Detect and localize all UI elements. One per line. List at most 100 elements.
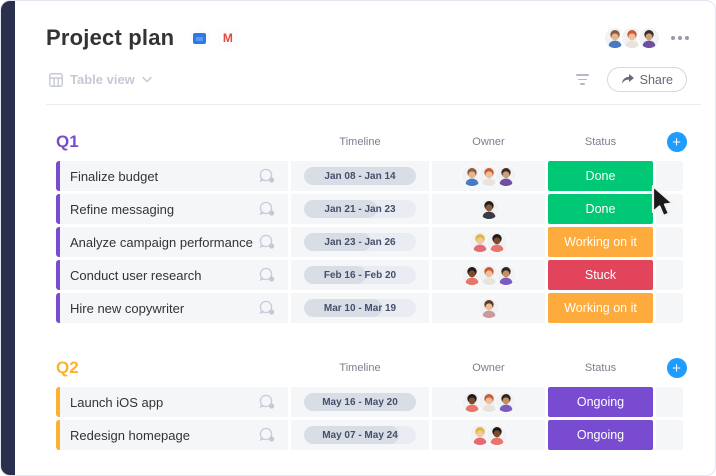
group-title[interactable]: Q1 bbox=[56, 132, 288, 152]
task-name-cell[interactable]: Finalize budget bbox=[60, 161, 288, 191]
integration-badges: M bbox=[188, 25, 239, 51]
timeline-cell[interactable]: Mar 10 - Mar 19 bbox=[291, 293, 429, 323]
person-avatar bbox=[486, 424, 508, 446]
column-header-owner[interactable]: Owner bbox=[432, 136, 545, 148]
group-q1: Q1 Timeline Owner Status + Finalize budg… bbox=[56, 129, 687, 323]
add-column-button[interactable]: + bbox=[666, 132, 687, 152]
status-cell[interactable]: Done bbox=[548, 161, 653, 191]
header-divider bbox=[46, 104, 701, 105]
person-avatar bbox=[477, 198, 500, 220]
group-q2: Q2 Timeline Owner Status + Launch iOS ap… bbox=[56, 355, 687, 450]
task-name[interactable]: Conduct user research bbox=[70, 268, 258, 283]
owner-cell[interactable] bbox=[432, 227, 545, 257]
status-cell[interactable]: Ongoing bbox=[548, 387, 653, 417]
page-title: Project plan bbox=[46, 25, 175, 50]
board-integration-icon[interactable] bbox=[189, 25, 211, 51]
timeline-pill[interactable]: Jan 23 - Jan 26 bbox=[304, 233, 416, 251]
conversation-icon[interactable] bbox=[258, 234, 276, 250]
table-row: Analyze campaign performance Jan 23 - Ja… bbox=[56, 227, 683, 257]
task-name[interactable]: Hire new copywriter bbox=[70, 301, 258, 316]
person-avatar bbox=[637, 26, 661, 50]
task-name-cell[interactable]: Launch iOS app bbox=[60, 387, 288, 417]
status-cell[interactable]: Stuck bbox=[548, 260, 653, 290]
group-title[interactable]: Q2 bbox=[56, 358, 288, 378]
share-label: Share bbox=[639, 72, 673, 87]
owner-cell[interactable] bbox=[432, 194, 545, 224]
person-avatar bbox=[494, 391, 517, 413]
timeline-pill[interactable]: Jan 08 - Jan 14 bbox=[304, 167, 416, 185]
column-header-timeline[interactable]: Timeline bbox=[291, 136, 429, 148]
task-name-cell[interactable]: Analyze campaign performance bbox=[60, 227, 288, 257]
owner-cell[interactable] bbox=[432, 387, 545, 417]
row-end-stub bbox=[656, 194, 683, 224]
timeline-pill[interactable]: May 07 - May 24 bbox=[304, 426, 416, 444]
column-header-timeline[interactable]: Timeline bbox=[291, 362, 429, 374]
task-name-cell[interactable]: Hire new copywriter bbox=[60, 293, 288, 323]
task-name[interactable]: Finalize budget bbox=[70, 169, 258, 184]
timeline-dates: Jan 21 - Jan 23 bbox=[324, 203, 396, 215]
conversation-icon[interactable] bbox=[258, 427, 276, 443]
team-avatar-group[interactable] bbox=[603, 26, 661, 50]
share-arrow-icon bbox=[621, 74, 634, 84]
group-q1-header: Q1 Timeline Owner Status + bbox=[56, 129, 687, 155]
filter-icon[interactable] bbox=[575, 74, 589, 85]
share-button[interactable]: Share bbox=[606, 67, 687, 92]
column-header-status[interactable]: Status bbox=[548, 362, 653, 374]
timeline-pill[interactable]: Feb 16 - Feb 20 bbox=[304, 266, 416, 284]
owner-cell[interactable] bbox=[432, 260, 545, 290]
task-name[interactable]: Launch iOS app bbox=[70, 395, 258, 410]
timeline-cell[interactable]: Jan 08 - Jan 14 bbox=[291, 161, 429, 191]
task-name[interactable]: Redesign homepage bbox=[70, 428, 258, 443]
task-name-cell[interactable]: Redesign homepage bbox=[60, 420, 288, 450]
task-name-cell[interactable]: Conduct user research bbox=[60, 260, 288, 290]
status-cell[interactable]: Done bbox=[548, 194, 653, 224]
status-cell[interactable]: Ongoing bbox=[548, 420, 653, 450]
person-avatar bbox=[494, 165, 517, 187]
conversation-icon[interactable] bbox=[258, 267, 276, 283]
add-column-button[interactable]: + bbox=[666, 358, 687, 378]
timeline-cell[interactable]: Jan 23 - Jan 26 bbox=[291, 227, 429, 257]
timeline-cell[interactable]: Jan 21 - Jan 23 bbox=[291, 194, 429, 224]
task-name[interactable]: Analyze campaign performance bbox=[70, 235, 258, 250]
owner-cell[interactable] bbox=[432, 161, 545, 191]
more-options-icon[interactable] bbox=[671, 36, 689, 40]
timeline-dates: Jan 23 - Jan 26 bbox=[324, 236, 396, 248]
status-cell[interactable]: Working on it bbox=[548, 293, 653, 323]
conversation-icon[interactable] bbox=[258, 201, 276, 217]
timeline-cell[interactable]: May 16 - May 20 bbox=[291, 387, 429, 417]
row-end-stub bbox=[656, 161, 683, 191]
owner-cell[interactable] bbox=[432, 293, 545, 323]
status-cell[interactable]: Working on it bbox=[548, 227, 653, 257]
table-view-switcher[interactable]: Table view bbox=[49, 72, 152, 87]
timeline-pill[interactable]: Jan 21 - Jan 23 bbox=[304, 200, 416, 218]
timeline-pill[interactable]: Mar 10 - Mar 19 bbox=[304, 299, 416, 317]
conversation-icon[interactable] bbox=[258, 168, 276, 184]
row-end-stub bbox=[656, 227, 683, 257]
person-avatar bbox=[486, 231, 508, 253]
owner-cell[interactable] bbox=[432, 420, 545, 450]
timeline-dates: Jan 08 - Jan 14 bbox=[324, 170, 396, 182]
timeline-cell[interactable]: Feb 16 - Feb 20 bbox=[291, 260, 429, 290]
timeline-cell[interactable]: May 07 - May 24 bbox=[291, 420, 429, 450]
timeline-dates: May 07 - May 24 bbox=[322, 429, 398, 441]
board-window: Project plan M Table view Share Q1 Timel… bbox=[0, 0, 716, 476]
table-row: Conduct user research Feb 16 - Feb 20 St… bbox=[56, 260, 683, 290]
conversation-icon[interactable] bbox=[258, 394, 276, 410]
row-end-stub bbox=[656, 387, 683, 417]
table-row: Finalize budget Jan 08 - Jan 14 Done bbox=[56, 161, 683, 191]
conversation-icon[interactable] bbox=[258, 300, 276, 316]
table-grid-icon bbox=[49, 72, 63, 87]
task-name[interactable]: Refine messaging bbox=[70, 202, 258, 217]
table-row: Launch iOS app May 16 - May 20 Ongoing bbox=[56, 387, 683, 417]
column-header-status[interactable]: Status bbox=[548, 136, 653, 148]
timeline-pill[interactable]: May 16 - May 20 bbox=[304, 393, 416, 411]
column-header-owner[interactable]: Owner bbox=[432, 362, 545, 374]
gmail-integration-icon[interactable]: M bbox=[217, 25, 239, 51]
blue-box-icon bbox=[193, 32, 207, 44]
row-end-stub bbox=[656, 260, 683, 290]
timeline-dates: Mar 10 - Mar 19 bbox=[323, 302, 397, 314]
gmail-m-icon: M bbox=[222, 31, 233, 45]
task-name-cell[interactable]: Refine messaging bbox=[60, 194, 288, 224]
view-label: Table view bbox=[70, 72, 135, 87]
app-sidebar-strip[interactable] bbox=[1, 1, 15, 475]
